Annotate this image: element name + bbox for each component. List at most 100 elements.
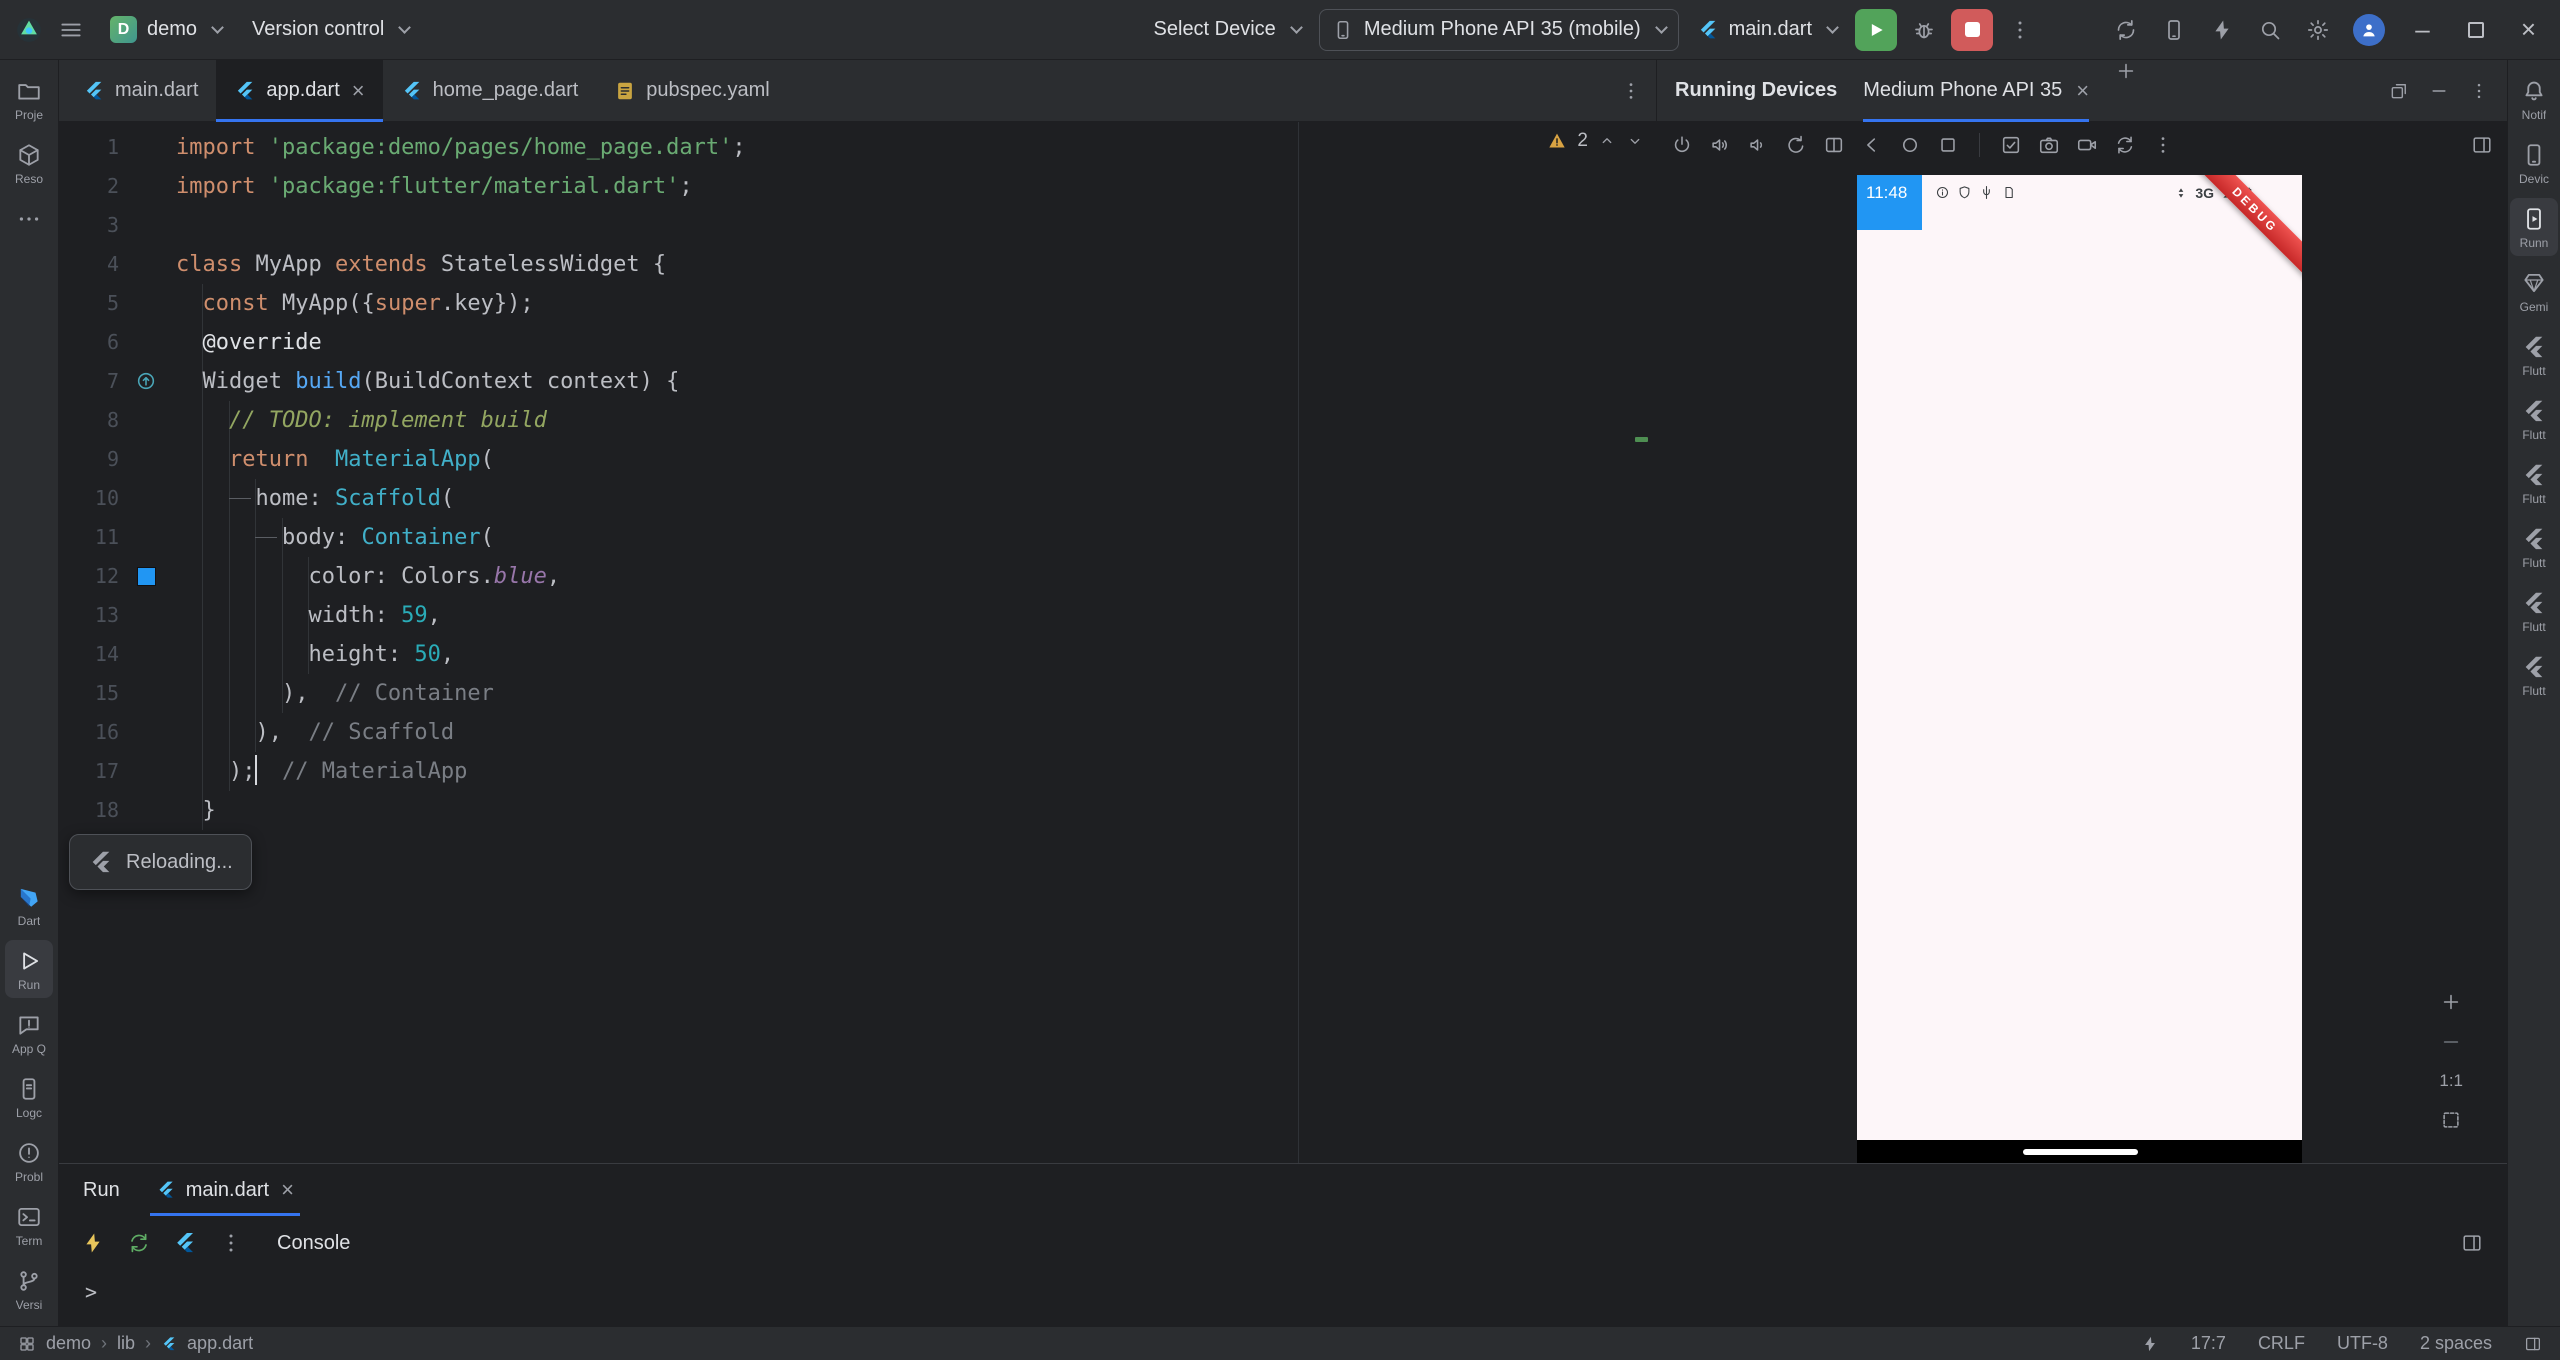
panel-options-button[interactable]	[2469, 81, 2489, 101]
editor-tab-main-dart[interactable]: main.dart	[65, 60, 216, 121]
tool-window-button-device-manager[interactable]: Devic	[2510, 134, 2558, 192]
editor-tab-app-dart[interactable]: app.dart ×	[216, 60, 383, 122]
code-line-7[interactable]: 7 Widget build(BuildContext context) {	[59, 362, 1656, 401]
tool-window-button-flutter-outline[interactable]: Flutt	[2510, 326, 2558, 384]
power-indicator-icon[interactable]	[2141, 1335, 2159, 1353]
console-output[interactable]: >	[59, 1270, 2507, 1326]
back-button[interactable]	[1861, 134, 1883, 156]
tab-options-button[interactable]	[1620, 80, 1642, 102]
breadcrumb-item[interactable]: app.dart	[187, 1333, 253, 1354]
minimize-button[interactable]: –	[2399, 0, 2446, 60]
tool-window-button-logcat[interactable]: Logc	[5, 1068, 53, 1126]
run-tab-main-dart[interactable]: main.dart ×	[149, 1164, 301, 1216]
code-line-16[interactable]: 16 ), // Scaffold	[59, 713, 1656, 752]
run-configuration-selector[interactable]: main.dart	[1685, 8, 1849, 52]
hot-restart-button[interactable]	[127, 1231, 151, 1255]
tool-window-button-gemini[interactable]: Gemi	[2510, 262, 2558, 320]
display-mode-button[interactable]	[2471, 134, 2493, 156]
code-line-10[interactable]: 10 home: Scaffold(	[59, 479, 1656, 518]
debug-button[interactable]	[1903, 9, 1945, 51]
tool-window-button-flutter-deep-links[interactable]: Flutt	[2510, 646, 2558, 704]
project-selector[interactable]: D demo	[98, 8, 234, 52]
more-run-actions-button[interactable]	[1999, 9, 2041, 51]
code-line-12[interactable]: 12 color: Colors.blue,	[59, 557, 1656, 596]
code-line-18[interactable]: 18 }	[59, 791, 1656, 830]
restart-button[interactable]	[2114, 134, 2136, 156]
tool-window-button-flutter-devtools[interactable]: Flutt	[2510, 582, 2558, 640]
device-selector[interactable]: Medium Phone API 35 (mobile)	[1318, 8, 1679, 51]
device-manager-button[interactable]	[2153, 9, 2195, 51]
code-line-5[interactable]: 5 const MyApp({super.key});	[59, 284, 1656, 323]
close-icon[interactable]: ×	[2076, 79, 2089, 102]
power-button[interactable]	[1671, 134, 1693, 156]
close-icon[interactable]: ×	[281, 1179, 294, 1201]
layout-settings-button[interactable]	[2461, 1232, 2483, 1254]
tool-window-button-project[interactable]: Proje	[5, 70, 53, 128]
snapshot-button[interactable]	[2000, 134, 2022, 156]
line-separator[interactable]: CRLF	[2258, 1333, 2305, 1354]
indent-style[interactable]: 2 spaces	[2420, 1333, 2492, 1354]
volume-down-button[interactable]	[1747, 134, 1769, 156]
hide-panel-button[interactable]	[2429, 81, 2449, 101]
tool-window-button-flutter-property-editor[interactable]: Flutt	[2510, 518, 2558, 576]
editor-tab-home_page-dart[interactable]: home_page.dart	[383, 60, 597, 121]
version-control-menu[interactable]: Version control	[240, 8, 421, 52]
override-gutter-icon[interactable]	[135, 370, 157, 392]
editor-tab-pubspec-yaml[interactable]: pubspec.yaml	[596, 60, 787, 121]
code-line-6[interactable]: 6 @override	[59, 323, 1656, 362]
tool-window-button-version-control[interactable]: Versi	[5, 1260, 53, 1318]
screen-layout-icon[interactable]	[2524, 1335, 2542, 1353]
fold-button[interactable]	[1823, 134, 1845, 156]
zoom-reset-button[interactable]: 1:1	[2439, 1071, 2463, 1091]
float-window-button[interactable]	[2389, 81, 2409, 101]
maximize-button[interactable]	[2452, 0, 2499, 60]
main-menu-button[interactable]	[50, 9, 92, 51]
color-preview-gutter-icon[interactable]	[137, 567, 156, 586]
zoom-out-button[interactable]	[2440, 1031, 2462, 1053]
code-line-1[interactable]: 1 import 'package:demo/pages/home_page.da…	[59, 128, 1656, 167]
search-everywhere-button[interactable]	[2249, 9, 2291, 51]
code-line-4[interactable]: 4 class MyApp extends StatelessWidget {	[59, 245, 1656, 284]
code-line-11[interactable]: 11 body: Container(	[59, 518, 1656, 557]
tool-window-button-app-quality-insights[interactable]: App Q	[5, 1004, 53, 1062]
avatar[interactable]	[2353, 13, 2385, 46]
caret-position[interactable]: 17:7	[2191, 1333, 2226, 1354]
zoom-in-button[interactable]	[2440, 991, 2462, 1013]
settings-button[interactable]	[2297, 9, 2339, 51]
tool-window-button-run[interactable]: Run	[5, 940, 53, 998]
run-button[interactable]	[1855, 8, 1897, 51]
zoom-to-fit-button[interactable]	[2440, 1109, 2462, 1131]
tool-window-button-more-tool-windows[interactable]	[5, 198, 53, 238]
breadcrumb-item[interactable]: demo	[46, 1333, 91, 1354]
breadcrumb-item[interactable]: lib	[117, 1333, 135, 1354]
code-line-8[interactable]: 8 // TODO: implement build	[59, 401, 1656, 440]
volume-up-button[interactable]	[1709, 134, 1731, 156]
code-line-19[interactable]: 19}	[59, 830, 1656, 869]
select-device-dropdown[interactable]: Select Device	[1142, 8, 1313, 52]
add-device-button[interactable]	[2115, 60, 2137, 82]
code-editor[interactable]: 1 import 'package:demo/pages/home_page.da…	[59, 122, 1656, 1163]
device-screen[interactable]: 11:48 3G DEBUG	[1857, 175, 2302, 1163]
more-options-button[interactable]	[219, 1231, 243, 1255]
close-icon[interactable]: ×	[352, 79, 365, 102]
tool-window-button-running-devices[interactable]: Runn	[2510, 198, 2558, 256]
next-problem-button[interactable]	[1626, 132, 1644, 150]
code-line-13[interactable]: 13 width: 59,	[59, 596, 1656, 635]
open-devtools-button[interactable]	[173, 1231, 197, 1255]
code-line-15[interactable]: 15 ), // Container	[59, 674, 1656, 713]
screen-record-button[interactable]	[2076, 134, 2098, 156]
gradle-sync-button[interactable]	[2105, 9, 2147, 51]
console-tab[interactable]: Console	[277, 1232, 350, 1255]
tool-window-button-resource-manager[interactable]: Reso	[5, 134, 53, 192]
code-line-17[interactable]: 17 ); // MaterialApp	[59, 752, 1656, 791]
tool-window-button-notifications[interactable]: Notif	[2510, 70, 2558, 128]
file-encoding[interactable]: UTF-8	[2337, 1333, 2388, 1354]
tool-window-button-flutter-inspector[interactable]: Flutt	[2510, 390, 2558, 448]
tool-window-button-terminal[interactable]: Term	[5, 1196, 53, 1254]
code-line-2[interactable]: 2 import 'package:flutter/material.dart';	[59, 167, 1656, 206]
overview-button[interactable]	[1937, 134, 1959, 156]
code-line-14[interactable]: 14 height: 50,	[59, 635, 1656, 674]
tool-window-button-problems[interactable]: Probl	[5, 1132, 53, 1190]
close-button[interactable]: ×	[2505, 0, 2552, 60]
tool-window-button-dart-analysis[interactable]: Dart	[5, 876, 53, 934]
